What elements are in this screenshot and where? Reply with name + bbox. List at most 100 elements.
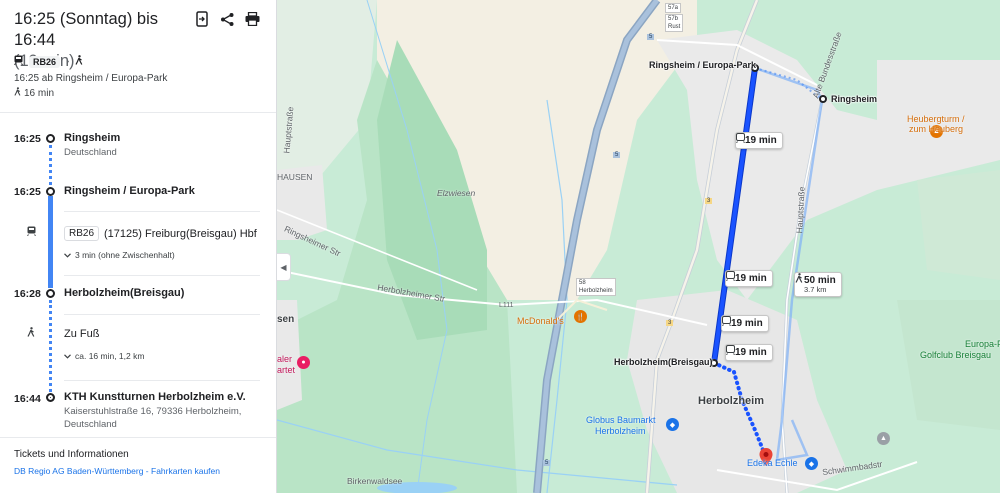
callout-label: 19 min xyxy=(731,318,763,329)
print-icon[interactable] xyxy=(244,10,260,28)
tickets-heading: Tickets und Informationen xyxy=(14,449,129,460)
destination-name[interactable]: KTH Kunstturnen Herbolzheim e.V. xyxy=(64,391,246,403)
map-place-label: Elzwiesen xyxy=(437,188,476,198)
callout-distance: 3.7 km xyxy=(804,285,827,294)
train-line-badge: RB26 xyxy=(29,55,61,68)
highway-shield: 5 xyxy=(647,34,655,40)
walk-icon xyxy=(27,327,35,340)
poi-label[interactable]: Europa-Park xyxy=(965,339,1000,350)
poi-label[interactable]: Herbolzheim xyxy=(595,426,646,437)
transit-step[interactable]: RB26 (17125) Freiburg(Breisgau) Hbf xyxy=(64,226,257,241)
shop-icon[interactable]: ◆ xyxy=(666,418,679,431)
map-place-label: sen xyxy=(277,314,295,325)
poi-label[interactable]: McDonald's xyxy=(517,316,564,327)
poi-label[interactable]: zum Heuberg xyxy=(909,124,963,135)
chevron-down-icon xyxy=(64,351,71,361)
stop-name[interactable]: Ringsheim xyxy=(64,132,120,144)
divider xyxy=(64,275,260,276)
map-place-label: HAUSEN xyxy=(277,172,313,182)
stop-marker xyxy=(46,289,55,298)
train-line-badge: RB26 xyxy=(64,226,100,241)
walk-total-text: 16 min xyxy=(24,87,55,99)
map-stop-label[interactable]: Ringsheim / Europa-Park xyxy=(649,60,756,70)
step-time: 16:25 xyxy=(14,133,41,145)
trip-modes: RB26 › xyxy=(14,55,83,68)
divider xyxy=(0,112,276,113)
transit-detail-text: 3 min (ohne Zwischenhalt) xyxy=(75,250,175,260)
stop-name[interactable]: Ringsheim / Europa-Park xyxy=(64,185,195,197)
chevron-left-icon: ◀ xyxy=(280,262,287,272)
divider xyxy=(64,380,260,381)
tickets-link[interactable]: DB Regio AG Baden-Württemberg - Fahrkart… xyxy=(14,466,220,476)
walk-duration-callout[interactable]: 50 min 3.7 km xyxy=(794,272,842,297)
transit-duration-callout[interactable]: 19 min xyxy=(725,344,773,361)
callout-label: 19 min xyxy=(735,273,767,284)
header-actions xyxy=(194,10,260,28)
walk-step-label: Zu Fuß xyxy=(64,328,100,340)
collapse-panel-button[interactable]: ◀ xyxy=(277,253,291,281)
highway-shield: 5 xyxy=(613,152,621,158)
step-time: 16:25 xyxy=(14,186,41,198)
shop-icon[interactable]: ◆ xyxy=(805,457,818,470)
train-icon xyxy=(14,55,23,68)
divider xyxy=(64,314,260,315)
callout-label: 19 min xyxy=(745,135,777,146)
exit-sign: 57b Rust xyxy=(665,14,684,32)
share-icon[interactable] xyxy=(219,10,235,28)
stop-country: Deutschland xyxy=(64,147,117,158)
walk-connector xyxy=(49,300,52,392)
transit-duration-callout[interactable]: 19 min xyxy=(735,132,783,149)
train-icon xyxy=(27,226,36,239)
warning-icon[interactable]: ▲ xyxy=(877,432,890,445)
divider xyxy=(0,437,276,438)
map-canvas[interactable]: Ringsheim / Europa-Park Ringsheim Herbol… xyxy=(277,0,1000,493)
exit-number: 57a xyxy=(668,5,679,11)
road-shield: 3 xyxy=(666,320,674,326)
exit-sign: 58 Herbolzheim xyxy=(576,278,616,296)
restaurant-icon[interactable]: 🍴 xyxy=(574,310,587,323)
exit-number: 57b xyxy=(668,16,679,22)
poi-label[interactable]: Golfclub Breisgau xyxy=(920,350,991,361)
shopping-icon[interactable]: ● xyxy=(297,356,310,369)
walk-detail-text: ca. 16 min, 1,2 km xyxy=(75,351,145,361)
directions-panel: 16:25 (Sonntag) bis 16:44 (19 min) RB26 … xyxy=(0,0,277,493)
chevron-right-icon: › xyxy=(66,56,70,67)
exit-name: Rust xyxy=(668,24,681,30)
road-label: L111 xyxy=(499,302,514,309)
stop-marker xyxy=(46,134,55,143)
map-stop-label[interactable]: Herbolzheim(Breisgau) xyxy=(614,357,713,367)
departure-info: 16:25 ab Ringsheim / Europa-Park xyxy=(14,73,168,84)
transit-direction: (17125) Freiburg(Breisgau) Hbf xyxy=(104,227,257,240)
map-town-label: Herbolzheim xyxy=(698,395,765,407)
highway-shield: 5 xyxy=(543,460,551,466)
walk-connector xyxy=(49,145,52,185)
trip-time-range: 16:25 (Sonntag) bis 16:44 xyxy=(14,10,159,49)
exit-sign: 57a xyxy=(665,3,682,13)
destination-address: Kaiserstuhlstraße 16, 79336 Herbolzheim,… xyxy=(64,406,242,430)
road-shield: 3 xyxy=(705,198,713,204)
walk-total: 16 min xyxy=(14,87,54,99)
poi-label[interactable]: aler xyxy=(277,354,292,365)
walk-details-toggle[interactable]: ca. 16 min, 1,2 km xyxy=(64,351,144,361)
divider xyxy=(64,211,260,212)
destination-marker xyxy=(46,393,55,402)
walk-step[interactable]: Zu Fuß xyxy=(64,328,99,340)
map-place-label: Birkenwaldsee xyxy=(347,476,403,486)
walk-icon xyxy=(75,55,83,68)
callout-label: 19 min xyxy=(735,347,767,358)
transit-line xyxy=(48,196,53,288)
transit-details-toggle[interactable]: 3 min (ohne Zwischenhalt) xyxy=(64,250,175,260)
send-to-phone-icon[interactable] xyxy=(194,10,210,28)
chevron-down-icon xyxy=(64,250,71,260)
stop-name[interactable]: Herbolzheim(Breisgau) xyxy=(64,287,184,299)
transit-duration-callout[interactable]: 19 min xyxy=(721,315,769,332)
map-stop-label[interactable]: Ringsheim xyxy=(831,94,877,104)
transit-duration-callout[interactable]: 19 min xyxy=(725,270,773,287)
exit-name: Herbolzheim xyxy=(579,288,613,294)
step-time: 16:28 xyxy=(14,288,41,300)
walk-icon xyxy=(14,87,21,99)
exit-number: 58 xyxy=(579,280,586,286)
poi-label[interactable]: Globus Baumarkt xyxy=(586,415,656,426)
poi-label[interactable]: Edeka Echle xyxy=(747,458,798,469)
poi-label[interactable]: artet xyxy=(277,365,295,376)
